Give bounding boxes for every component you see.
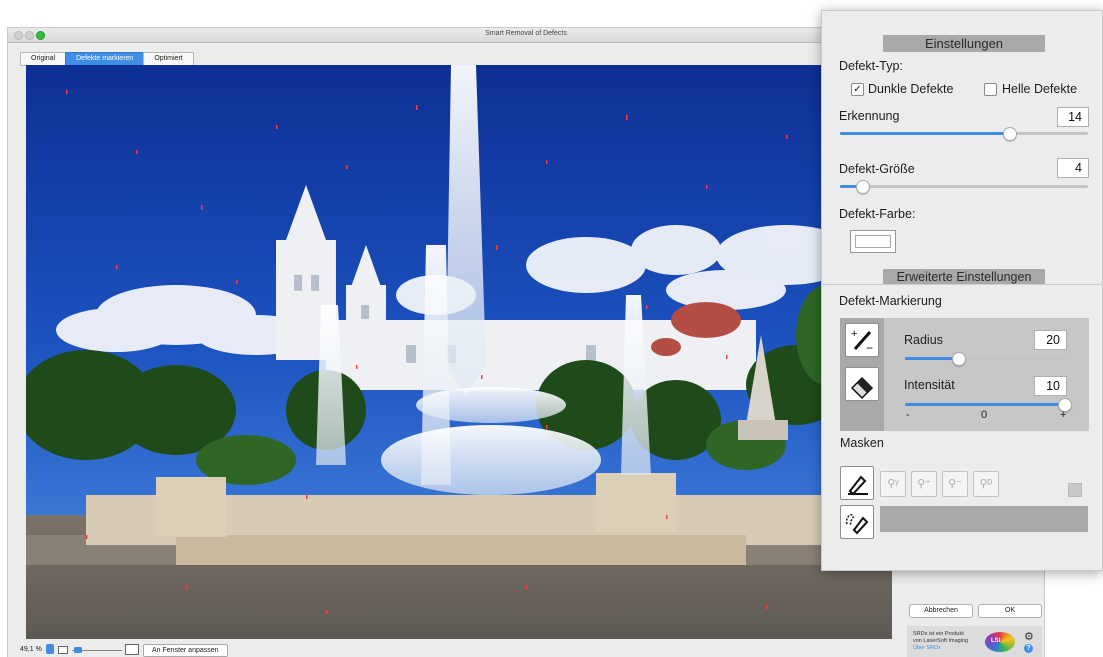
- intensity-value-field[interactable]: 10: [1034, 376, 1067, 396]
- lsi-logo-text: LSI: [991, 638, 1001, 644]
- fit-to-window-button[interactable]: An Fenster anpassen: [143, 644, 228, 657]
- defect-marking-label: Defekt-Markierung: [839, 294, 942, 308]
- mask-add-icon[interactable]: ⚲⁺: [911, 471, 937, 497]
- defect-size-slider[interactable]: [840, 180, 1088, 194]
- cancel-button[interactable]: Abbrechen: [909, 604, 973, 618]
- defect-size-value-field[interactable]: 4: [1057, 158, 1089, 178]
- image-preview[interactable]: [26, 65, 892, 639]
- detection-slider-knob[interactable]: [1002, 127, 1017, 141]
- settings-panel: Einstellungen Defekt-Typ: ✓ Dunkle Defek…: [821, 10, 1103, 571]
- defect-type-label: Defekt-Typ:: [839, 59, 903, 73]
- radius-slider[interactable]: [905, 352, 1067, 366]
- trash-icon[interactable]: [1068, 483, 1082, 497]
- masks-label: Masken: [840, 436, 884, 450]
- defect-color-swatch-inner: [855, 235, 891, 248]
- about-link[interactable]: Über SRDx: [913, 645, 941, 651]
- light-defects-label[interactable]: Helle Defekte: [1002, 82, 1077, 96]
- pen-icon: [848, 475, 868, 496]
- tab-original[interactable]: Original: [20, 52, 66, 66]
- detection-label: Erkennung: [839, 109, 900, 123]
- zoom-in-icon[interactable]: [125, 644, 139, 655]
- marking-sliders-area: Radius 20 Intensität 10 - 0 +: [884, 318, 1089, 431]
- mask-lasso-pen-tool[interactable]: [840, 505, 874, 539]
- tab-optimized[interactable]: Optimiert: [143, 52, 194, 66]
- brush-icon: + −: [851, 328, 873, 355]
- intensity-label: Intensität: [904, 378, 955, 392]
- zoom-level: 49,1 %: [20, 646, 42, 653]
- radius-slider-fill: [905, 357, 959, 360]
- detection-value-field[interactable]: 14: [1057, 107, 1089, 127]
- marking-tools-group: + − Radius 20 Intensität 10 - 0 +: [840, 318, 1089, 431]
- defect-size-label: Defekt-Größe: [839, 162, 915, 176]
- zoom-slider-knob[interactable]: [74, 647, 82, 653]
- tab-mark-defects[interactable]: Defekte markieren: [65, 52, 144, 66]
- about-box: SRDx ist ein Produkt von LaserSoft Imagi…: [907, 626, 1042, 657]
- intensity-min-label: -: [906, 409, 910, 421]
- intensity-slider[interactable]: [905, 398, 1072, 412]
- dark-defects-label[interactable]: Dunkle Defekte: [868, 82, 953, 96]
- detection-slider[interactable]: [840, 127, 1088, 141]
- about-line-1: SRDx ist ein Produkt: [913, 631, 964, 637]
- settings-header: Einstellungen: [883, 35, 1045, 52]
- view-tabs: Original Defekte markieren Optimiert: [20, 52, 194, 66]
- mask-subtract-icon[interactable]: ⚲⁻: [942, 471, 968, 497]
- light-defects-checkbox[interactable]: [984, 83, 997, 96]
- advanced-settings-header: Erweiterte Einstellungen: [883, 269, 1045, 285]
- defect-color-swatch[interactable]: [850, 230, 896, 253]
- mask-pen-tool[interactable]: [840, 466, 874, 500]
- gear-icon[interactable]: ⚙: [1024, 630, 1034, 643]
- svg-text:+: +: [851, 328, 857, 340]
- radius-slider-knob[interactable]: [952, 352, 967, 366]
- eraser-icon: [850, 376, 874, 400]
- help-icon[interactable]: ?: [1024, 644, 1033, 653]
- mask-intersect-icon[interactable]: ⚲ᴰ: [973, 471, 999, 497]
- intensity-slider-fill: [905, 403, 1064, 406]
- radius-label: Radius: [904, 333, 943, 347]
- radius-value-field[interactable]: 20: [1034, 330, 1067, 350]
- zoom-stepper[interactable]: [46, 644, 54, 654]
- ok-button[interactable]: OK: [978, 604, 1042, 618]
- defect-size-slider-knob[interactable]: [856, 180, 871, 194]
- brush-add-remove-tool[interactable]: + −: [845, 323, 879, 357]
- dark-defects-checkbox[interactable]: ✓: [851, 83, 864, 96]
- about-line-2: von LaserSoft Imaging: [913, 638, 969, 644]
- detection-slider-fill: [840, 132, 1009, 135]
- mask-select-icon[interactable]: ⚲ʸ: [880, 471, 906, 497]
- intensity-mid-label: 0: [981, 409, 988, 421]
- mask-list-area[interactable]: [880, 506, 1088, 532]
- divider: [822, 284, 1103, 285]
- defect-color-label: Defekt-Farbe:: [839, 207, 916, 221]
- svg-text:−: −: [866, 341, 873, 355]
- zoom-out-icon[interactable]: [58, 646, 68, 654]
- intensity-max-label: +: [1060, 409, 1067, 421]
- lasso-pen-icon: [845, 513, 869, 535]
- eraser-tool[interactable]: [845, 367, 879, 401]
